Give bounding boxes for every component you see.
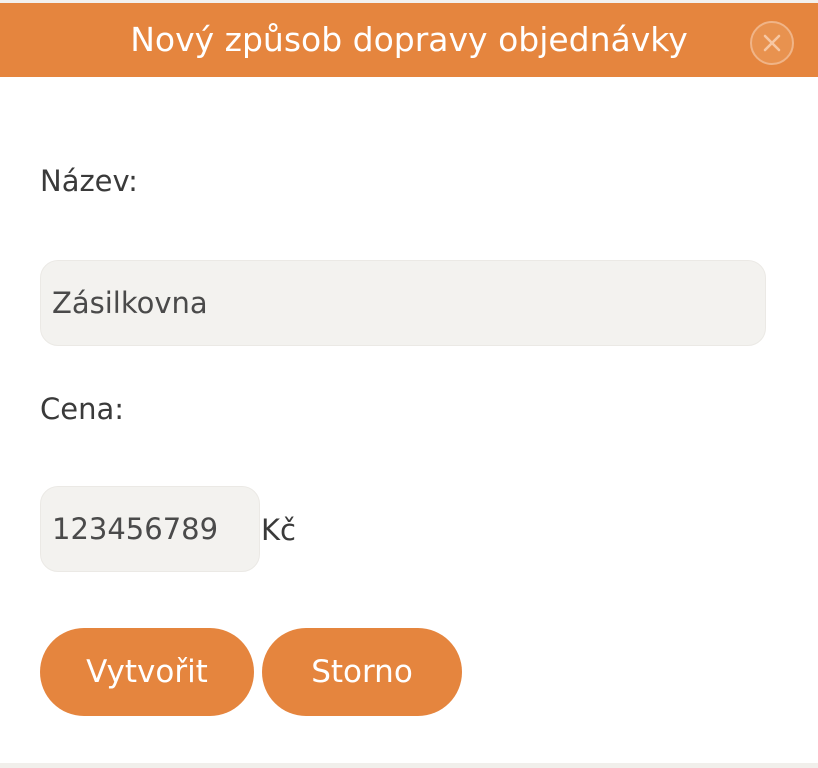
price-label: Cena: — [40, 392, 125, 426]
name-label: Název: — [40, 164, 138, 198]
shipping-method-dialog: Nový způsob dopravy objednávky Název: Ce… — [0, 0, 818, 768]
currency-unit: Kč — [261, 513, 296, 547]
create-button[interactable]: Vytvořit — [40, 628, 254, 716]
dialog-title: Nový způsob dopravy objednávky — [130, 20, 688, 59]
price-input[interactable] — [40, 486, 260, 572]
dialog-bottom-edge — [0, 763, 818, 768]
dialog-titlebar: Nový způsob dopravy objednávky — [0, 3, 818, 77]
cancel-button[interactable]: Storno — [262, 628, 462, 716]
close-button[interactable] — [750, 21, 794, 65]
name-input[interactable] — [40, 260, 766, 346]
close-icon — [763, 34, 781, 52]
